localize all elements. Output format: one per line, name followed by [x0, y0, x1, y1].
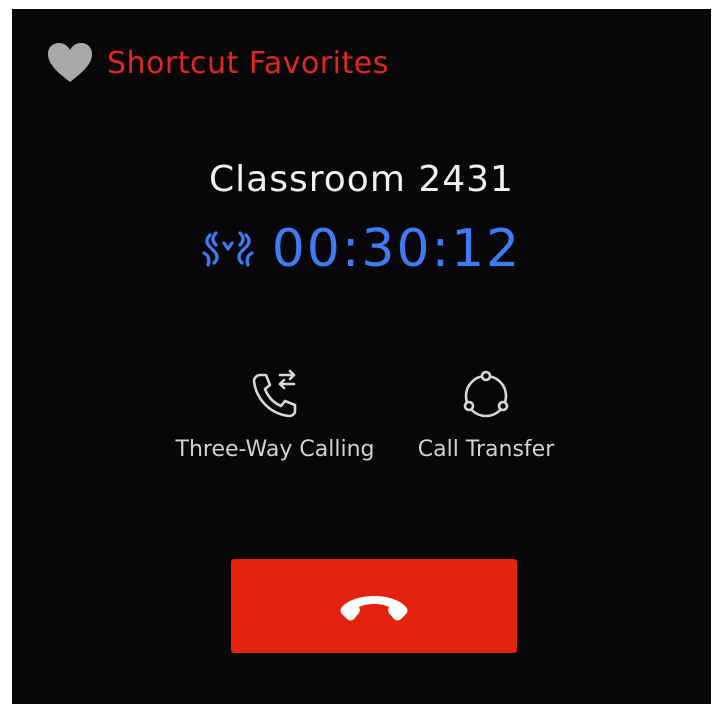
- call-timer-row: 00:30:12: [12, 219, 711, 279]
- intercom-waves-icon: [202, 231, 254, 267]
- hang-up-icon: [340, 596, 408, 621]
- caller-name: Classroom 2431: [209, 159, 514, 200]
- phone-transfer-icon: [252, 369, 297, 418]
- call-duration: 00:30:12: [271, 219, 522, 279]
- call-transfer-label: Call Transfer: [417, 437, 555, 462]
- three-way-calling-button[interactable]: Three-Way Calling: [160, 365, 390, 462]
- call-screen: Shortcut Favorites Classroom 2431 00:30:…: [12, 9, 711, 704]
- transfer-circle-icon: [463, 370, 509, 418]
- end-call-button[interactable]: [231, 559, 517, 653]
- call-transfer-button[interactable]: Call Transfer: [371, 365, 601, 462]
- heart-icon: [48, 43, 92, 82]
- three-way-calling-label: Three-Way Calling: [175, 437, 375, 462]
- shortcut-favorites[interactable]: Shortcut Favorites: [47, 41, 389, 85]
- favorites-label: Shortcut Favorites: [107, 45, 389, 81]
